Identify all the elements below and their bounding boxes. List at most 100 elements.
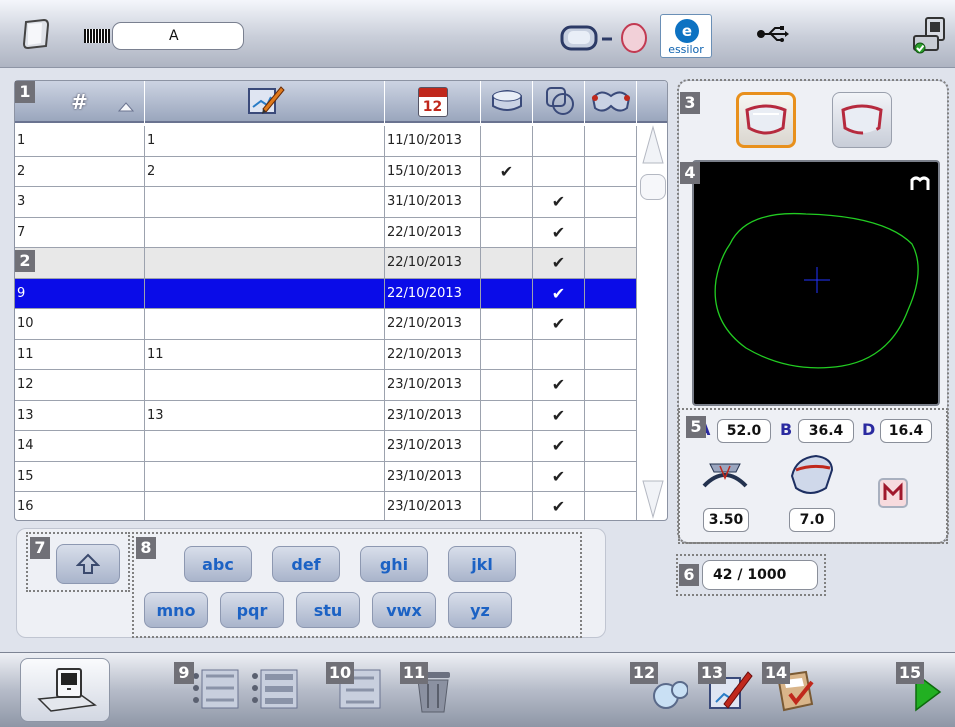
tag-6: 6: [679, 564, 699, 586]
cell-col-c: [585, 278, 637, 308]
device-network-icon[interactable]: [906, 12, 950, 56]
cell-date: 22/10/2013: [385, 278, 481, 308]
table-row[interactable]: 9 22/10/2013 ✔: [15, 278, 637, 309]
key-abc[interactable]: abc: [184, 546, 252, 582]
key-ghi[interactable]: ghi: [360, 546, 428, 582]
key-stu[interactable]: stu: [296, 592, 360, 628]
essilor-logo: e essilor: [660, 14, 712, 58]
cell-date: 22/10/2013: [385, 339, 481, 369]
cell-date: 22/10/2013: [385, 248, 481, 278]
cell-col-a: ✔: [481, 156, 533, 186]
cell-number: 15: [15, 461, 145, 491]
tracer-device-icon: [37, 668, 97, 712]
cell-number: 13: [15, 400, 145, 430]
cell-col-a: [481, 126, 533, 156]
cell-comment: [145, 278, 385, 308]
cell-date: 11/10/2013: [385, 126, 481, 156]
logo-brand-text: essilor: [668, 43, 704, 56]
tag-11: 11: [400, 662, 428, 684]
lens-side-icon[interactable]: [910, 176, 930, 196]
tracer-device-button[interactable]: [20, 658, 110, 722]
tracer-icon[interactable]: [14, 12, 58, 56]
cell-col-a: [481, 431, 533, 461]
cell-comment: 13: [145, 400, 385, 430]
table-row[interactable]: 7 22/10/2013 ✔: [15, 217, 637, 248]
full-rim-frame-button[interactable]: [736, 92, 796, 148]
list-checklist-icon: [193, 669, 239, 709]
cell-comment: [145, 431, 385, 461]
cell-number: 7: [15, 217, 145, 247]
tag-12: 12: [630, 662, 658, 684]
table-row[interactable]: 10 22/10/2013 ✔: [15, 309, 637, 340]
cell-date: 23/10/2013: [385, 461, 481, 491]
a-value[interactable]: 52.0: [717, 419, 771, 443]
cell-col-b: ✔: [533, 217, 585, 247]
table-row[interactable]: 822/10/2013✔: [15, 248, 637, 279]
cell-col-b: ✔: [533, 400, 585, 430]
cell-col-c: [585, 431, 637, 461]
cell-comment: [145, 370, 385, 400]
cell-col-b: ✔: [533, 492, 585, 520]
shift-key[interactable]: [56, 544, 120, 584]
cell-number: 14: [15, 431, 145, 461]
lens-curve-icon[interactable]: [786, 450, 840, 504]
job-search-input[interactable]: A: [112, 22, 244, 50]
cell-col-a: [481, 187, 533, 217]
cell-number: 16: [15, 492, 145, 520]
jobs-table: # 12 1 1 11/10/2013 2 2 15/10/2013 ✔ 3 31/10/201…: [14, 80, 668, 521]
cell-col-b: ✔: [533, 461, 585, 491]
frame-lens-icon[interactable]: [558, 20, 658, 54]
cell-col-b: ✔: [533, 248, 585, 278]
table-row[interactable]: 14 23/10/2013 ✔: [15, 431, 637, 462]
cell-col-b: ✔: [533, 431, 585, 461]
table-row[interactable]: 11 11 22/10/2013: [15, 339, 637, 370]
table-row[interactable]: 12 23/10/2013 ✔: [15, 370, 637, 401]
cell-col-b: [533, 156, 585, 186]
mount-type-button[interactable]: [878, 478, 908, 508]
table-row[interactable]: 16 23/10/2013 ✔: [15, 492, 637, 520]
table-row[interactable]: 1 1 11/10/2013: [15, 126, 637, 157]
cell-col-a: [481, 309, 533, 339]
key-pqr[interactable]: pqr: [220, 592, 284, 628]
d-value[interactable]: 16.4: [880, 419, 932, 443]
edit-note-icon: [245, 83, 285, 121]
cell-col-a: [481, 278, 533, 308]
table-row[interactable]: 2 2 15/10/2013 ✔: [15, 156, 637, 187]
cell-comment: [145, 217, 385, 247]
tag-10: 10: [326, 662, 354, 684]
bridge-value[interactable]: 3.50: [703, 508, 749, 532]
key-jkl[interactable]: jkl: [448, 546, 516, 582]
job-counter: 42 / 1000: [702, 560, 818, 590]
table-row[interactable]: 13 13 23/10/2013 ✔: [15, 400, 637, 431]
key-yz[interactable]: yz: [448, 592, 512, 628]
cell-date: 23/10/2013: [385, 431, 481, 461]
bridge-icon[interactable]: [700, 456, 750, 500]
rimless-frame-button[interactable]: [832, 92, 892, 148]
cell-col-c: [585, 217, 637, 247]
table-row[interactable]: 15 23/10/2013 ✔: [15, 461, 637, 492]
cell-col-a: [481, 248, 533, 278]
b-value[interactable]: 36.4: [798, 419, 854, 443]
sort-asc-icon[interactable]: [117, 97, 135, 116]
table-row[interactable]: 3 31/10/2013 ✔: [15, 187, 637, 218]
column-c-header[interactable]: [585, 81, 637, 123]
key-mno[interactable]: mno: [144, 592, 208, 628]
column-comment-header[interactable]: [145, 81, 385, 123]
key-vwx[interactable]: vwx: [372, 592, 436, 628]
column-a-header[interactable]: [481, 81, 533, 123]
key-def[interactable]: def: [272, 546, 340, 582]
tag-2: 2: [15, 250, 35, 272]
tag-15: 15: [896, 662, 924, 684]
calendar-day-label: 12: [422, 99, 443, 115]
cell-col-a: [481, 339, 533, 369]
curve-value[interactable]: 7.0: [789, 508, 835, 532]
cell-col-c: [585, 461, 637, 491]
cell-col-c: [585, 156, 637, 186]
column-b-header[interactable]: [533, 81, 585, 123]
scrollbar-thumb[interactable]: [640, 174, 666, 200]
cell-comment: [145, 309, 385, 339]
keyboard-row-1: abc def ghi jkl: [184, 546, 516, 582]
cell-col-b: ✔: [533, 278, 585, 308]
column-date-header[interactable]: 12: [385, 81, 481, 123]
cell-date: 23/10/2013: [385, 492, 481, 520]
